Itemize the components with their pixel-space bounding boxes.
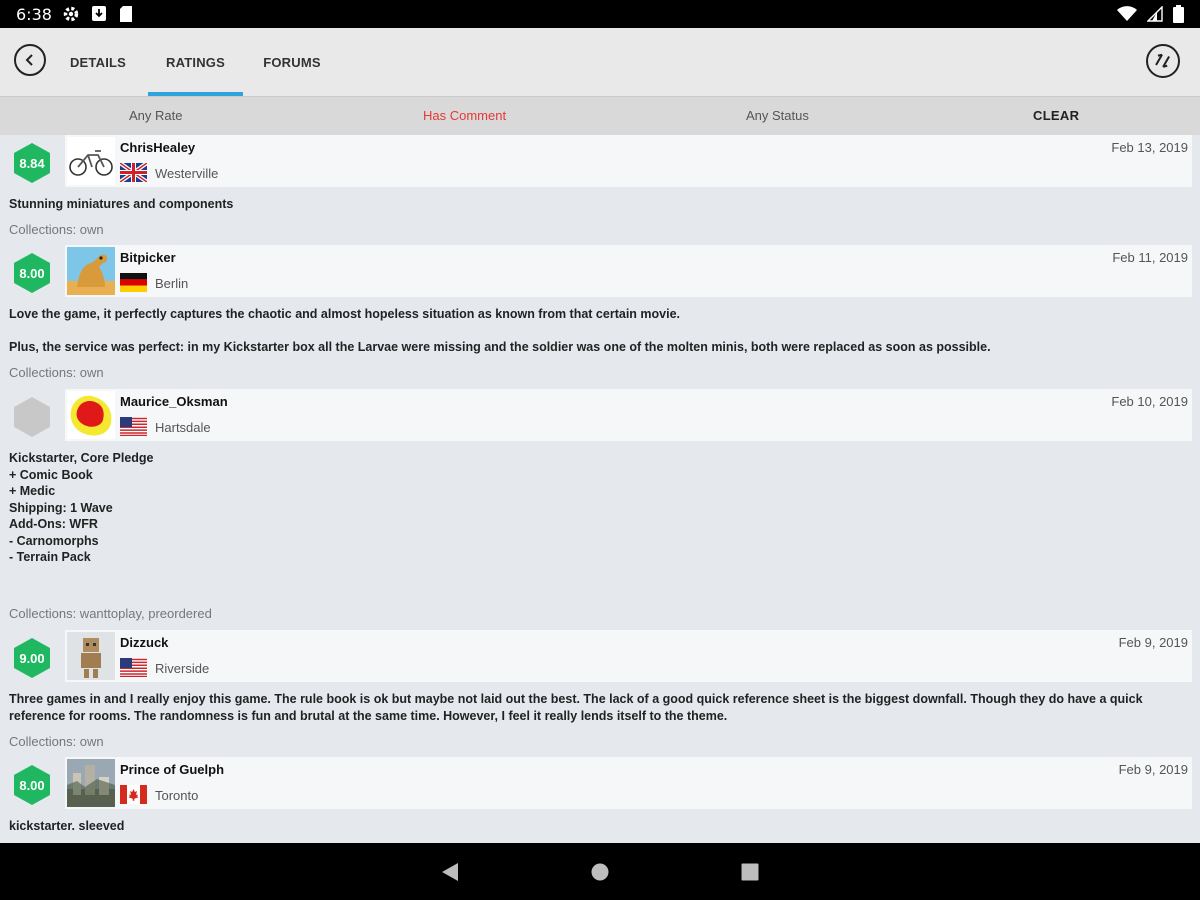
- user-avatar[interactable]: [67, 137, 115, 185]
- tab-ratings[interactable]: RATINGS: [148, 28, 243, 96]
- filter-comment[interactable]: Has Comment: [423, 97, 506, 135]
- user-avatar[interactable]: [67, 247, 115, 295]
- rating-collections: Collections: own: [9, 365, 104, 380]
- nav-home-button[interactable]: [585, 857, 615, 887]
- tab-label: FORUMS: [263, 54, 321, 70]
- user-location: Riverside: [155, 661, 210, 676]
- nav-back-button[interactable]: [435, 857, 465, 887]
- rating-badge: 8.00: [12, 764, 52, 806]
- cell-signal-icon: [1146, 5, 1163, 27]
- ratings-list[interactable]: 8.84 ChrisHealey Westerville Feb 13, 201…: [0, 135, 1200, 843]
- rating-header: ChrisHealey Westerville Feb 13, 2019: [65, 135, 1192, 187]
- rating-comment: Three games in and I really enjoy this g…: [9, 692, 1147, 723]
- rating-comment: kickstarter. sleeved: [9, 819, 125, 833]
- status-bar: 6:38: [0, 0, 1200, 28]
- user-avatar[interactable]: [67, 391, 115, 439]
- rating-collections: Collections: wanttoplay, preordered: [9, 606, 212, 621]
- rating-date: Feb 9, 2019: [1118, 762, 1188, 777]
- germany-flag-icon: [120, 273, 147, 292]
- rating-date: Feb 9, 2019: [1118, 635, 1188, 650]
- user-avatar[interactable]: [67, 759, 115, 807]
- app-toolbar: DETAILS RATINGS FORUMS: [0, 28, 1200, 97]
- usa-flag-icon: [120, 658, 147, 677]
- filter-rate[interactable]: Any Rate: [129, 97, 182, 135]
- rating-header: Maurice_Oksman Hartsdale Feb 10, 2019: [65, 389, 1192, 441]
- tab-details[interactable]: DETAILS: [60, 28, 136, 96]
- rating-date: Feb 10, 2019: [1111, 394, 1188, 409]
- recents-square-icon: [741, 863, 759, 881]
- wifi-icon: [1117, 6, 1137, 27]
- user-avatar[interactable]: [67, 632, 115, 680]
- status-time: 6:38: [16, 5, 52, 24]
- username[interactable]: Maurice_Oksman: [120, 394, 228, 409]
- tab-label: DETAILS: [69, 54, 127, 70]
- rating-badge: [12, 396, 52, 438]
- rating-date: Feb 11, 2019: [1112, 250, 1188, 265]
- gear-icon: [62, 5, 80, 28]
- nav-recents-button[interactable]: [735, 857, 765, 887]
- uk-flag-icon: [120, 163, 147, 182]
- filter-status[interactable]: Any Status: [746, 97, 809, 135]
- username[interactable]: Prince of Guelph: [120, 762, 224, 777]
- rating-comment: Stunning miniatures and components: [9, 197, 234, 211]
- battery-icon: [1173, 5, 1184, 28]
- tab-label: RATINGS: [166, 54, 225, 70]
- user-location: Westerville: [155, 166, 219, 181]
- usa-flag-icon: [120, 417, 147, 436]
- rating-badge: 9.00: [12, 637, 52, 679]
- system-nav-bar: [0, 843, 1200, 900]
- sort-arrow-icon: [1155, 53, 1170, 68]
- sort-button[interactable]: [1146, 44, 1180, 78]
- rating-comment: Love the game, it perfectly captures the…: [9, 307, 991, 354]
- sd-card-icon: [119, 5, 133, 28]
- rating-header: Bitpicker Berlin Feb 11, 2019: [65, 245, 1192, 297]
- rating-collections: Collections: own: [9, 222, 104, 237]
- canada-flag-icon: [120, 785, 147, 804]
- rating-badge: 8.84: [12, 142, 52, 184]
- rating-header: Prince of Guelph Toronto Feb 9, 2019: [65, 757, 1192, 809]
- back-triangle-icon: [442, 863, 458, 881]
- username[interactable]: ChrisHealey: [120, 140, 195, 155]
- back-button[interactable]: [14, 44, 46, 76]
- user-location: Berlin: [155, 276, 189, 291]
- home-circle-icon: [591, 863, 609, 881]
- tab-forums[interactable]: FORUMS: [254, 28, 330, 96]
- username[interactable]: Bitpicker: [120, 250, 176, 265]
- rating-header: Dizzuck Riverside Feb 9, 2019: [65, 630, 1192, 682]
- filter-bar: Any Rate Has Comment Any Status CLEAR: [0, 97, 1200, 135]
- rating-date: Feb 13, 2019: [1111, 140, 1188, 155]
- rating-collections: Collections: own: [9, 734, 104, 749]
- chevron-left-icon: [25, 54, 33, 66]
- download-box-icon: [91, 5, 107, 27]
- active-tab-indicator: [148, 92, 243, 96]
- user-location: Hartsdale: [155, 420, 211, 435]
- user-location: Toronto: [155, 788, 199, 803]
- username[interactable]: Dizzuck: [120, 635, 168, 650]
- rating-badge: 8.00: [12, 252, 52, 294]
- rating-comment: Kickstarter, Core Pledge + Comic Book + …: [9, 451, 154, 564]
- clear-filters-button[interactable]: CLEAR: [1033, 97, 1079, 135]
